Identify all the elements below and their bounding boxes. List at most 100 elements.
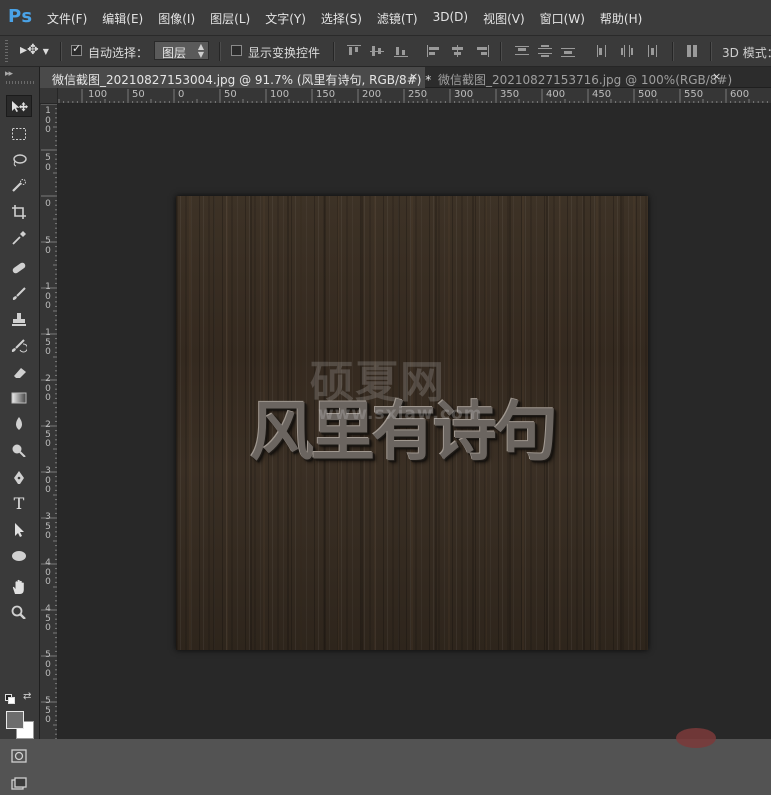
menu-select[interactable]: 选择(S) [321,10,362,27]
distribute-hcenter-icon[interactable] [620,45,634,57]
default-colors-icon[interactable] [5,694,15,704]
menu-view[interactable]: 视图(V) [483,10,525,27]
ruler-label: 250 [408,89,428,100]
brush-tool-icon[interactable] [6,283,32,305]
lasso-tool-icon[interactable] [6,149,32,171]
history-brush-tool-icon[interactable] [6,335,32,357]
ruler-label: 250 [45,420,51,449]
options-bar: ▸✥▼ 自动选择： 图层 ▲▼ 显示变换控件 3D 模式： [0,36,771,67]
eraser-tool-icon[interactable] [6,361,32,383]
distribute-left-icon[interactable] [596,45,610,57]
align-hcenter-icon[interactable] [451,45,465,57]
align-bottom-icon[interactable] [394,45,408,57]
close-icon[interactable]: × [712,70,721,83]
menu-file[interactable]: 文件(F) [47,10,87,27]
foreground-color-swatch[interactable] [6,711,24,729]
menu-filter[interactable]: 滤镜(T) [377,10,418,27]
ruler-label: 150 [45,328,51,357]
ruler-label: 500 [638,89,658,100]
tool-preset-picker[interactable]: ▸✥ ▼ [20,42,49,58]
crop-tool-icon[interactable] [6,201,32,223]
dodge-tool-icon[interactable] [6,439,32,461]
document-canvas[interactable]: 硕夏网 风里有诗句 www.sxiaw.com [176,196,648,650]
ruler-label: 350 [500,89,520,100]
menu-window[interactable]: 窗口(W) [540,10,585,27]
swap-colors-icon[interactable]: ⇄ [23,691,31,702]
ruler-label: 100 [88,89,108,100]
quick-mask-icon[interactable] [6,745,32,767]
divider [710,42,712,61]
tab-document-2[interactable]: 微信截图_20210827153716.jpg @ 100%(RGB/8#) × [426,67,771,88]
ruler-label: 150 [316,89,336,100]
vertical-ruler[interactable]: 100 50 0 50 100 150 200 250 300 350 400 … [40,104,58,739]
document-tabs: 微信截图_20210827153004.jpg @ 91.7% (风里有诗句, … [40,67,771,88]
ruler-label: 50 [45,236,51,256]
screen-mode-icon[interactable] [6,773,32,795]
distribute-bottom-icon[interactable] [561,45,575,57]
photoshop-logo[interactable]: Ps [8,6,33,27]
gradient-tool-icon[interactable] [6,387,32,409]
decorative-blob [676,728,716,748]
auto-select-target-value: 图层 [162,46,187,60]
ellipse-tool-icon[interactable] [6,545,32,567]
auto-select-checkbox[interactable] [71,42,82,56]
menu-help[interactable]: 帮助(H) [600,10,642,27]
collapse-panel-icon[interactable]: ▸▸ [5,69,13,79]
ruler-label: 300 [45,466,51,495]
menu-image[interactable]: 图像(I) [158,10,195,27]
auto-select-target-dropdown[interactable]: 图层 ▲ ▼ [154,41,209,60]
menu-layer[interactable]: 图层(L) [210,10,250,27]
ruler-label: 50 [45,153,51,173]
toolbox: ▸▸ T ⇄ [0,67,40,790]
distribute-right-icon[interactable] [644,45,658,57]
quick-selection-tool-icon[interactable] [6,175,32,197]
tab-document-1[interactable]: 微信截图_20210827153004.jpg @ 91.7% (风里有诗句, … [40,67,431,88]
marquee-tool-icon[interactable] [6,123,32,145]
horizontal-ruler[interactable]: 100 50 0 50 100 150 200 250 300 350 400 … [58,88,771,104]
dropdown-arrows-icon: ▲ ▼ [197,42,204,59]
ruler-label: 100 [270,89,290,100]
auto-select-label: 自动选择： [88,46,149,60]
type-tool-icon[interactable]: T [6,493,32,515]
ruler-label: 550 [45,696,51,725]
close-icon[interactable]: × [409,70,418,83]
ruler-label: 450 [45,604,51,633]
move-tool-icon[interactable] [6,95,32,117]
ruler-label: 100 [45,106,51,135]
distribute-vcenter-icon[interactable] [538,45,552,57]
pen-tool-icon[interactable] [6,467,32,489]
ruler-label: 50 [132,89,145,100]
tab-title: 微信截图_20210827153004.jpg @ 91.7% (风里有诗句, … [52,73,432,87]
align-vcenter-icon[interactable] [370,45,384,57]
divider [333,42,335,61]
align-left-icon[interactable] [427,45,441,57]
auto-align-layers-icon[interactable] [685,45,699,57]
ruler-origin[interactable] [40,88,58,104]
show-transform-label: 显示变换控件 [248,46,321,60]
menu-edit[interactable]: 编辑(E) [102,10,143,27]
show-transform-checkbox[interactable] [231,45,242,56]
ruler-label: 550 [684,89,704,100]
blur-tool-icon[interactable] [6,413,32,435]
clone-stamp-tool-icon[interactable] [6,309,32,331]
stone-text-layer[interactable]: 风里有诗句 [250,381,558,473]
canvas-area[interactable]: 硕夏网 风里有诗句 www.sxiaw.com [58,104,771,739]
main-menu: 文件(F) 编辑(E) 图像(I) 图层(L) 文字(Y) 选择(S) 滤镜(T… [47,10,657,27]
hand-tool-icon[interactable] [6,575,32,597]
distribute-top-icon[interactable] [515,45,529,57]
3d-mode-label: 3D 模式： [722,46,771,60]
healing-brush-tool-icon[interactable] [6,257,32,279]
options-bar-grip[interactable] [5,40,8,62]
menu-type[interactable]: 文字(Y) [265,10,306,27]
divider [500,42,502,61]
eyedropper-tool-icon[interactable] [6,227,32,249]
ruler-label: 400 [45,558,51,587]
path-selection-tool-icon[interactable] [6,519,32,541]
toolbox-grip[interactable] [6,81,34,84]
zoom-tool-icon[interactable] [6,601,32,623]
menu-3d[interactable]: 3D(D) [433,10,468,27]
align-right-icon[interactable] [475,45,489,57]
menu-bar: Ps 文件(F) 编辑(E) 图像(I) 图层(L) 文字(Y) 选择(S) 滤… [0,0,771,36]
align-top-icon[interactable] [347,45,361,57]
ruler-label: 200 [45,374,51,403]
